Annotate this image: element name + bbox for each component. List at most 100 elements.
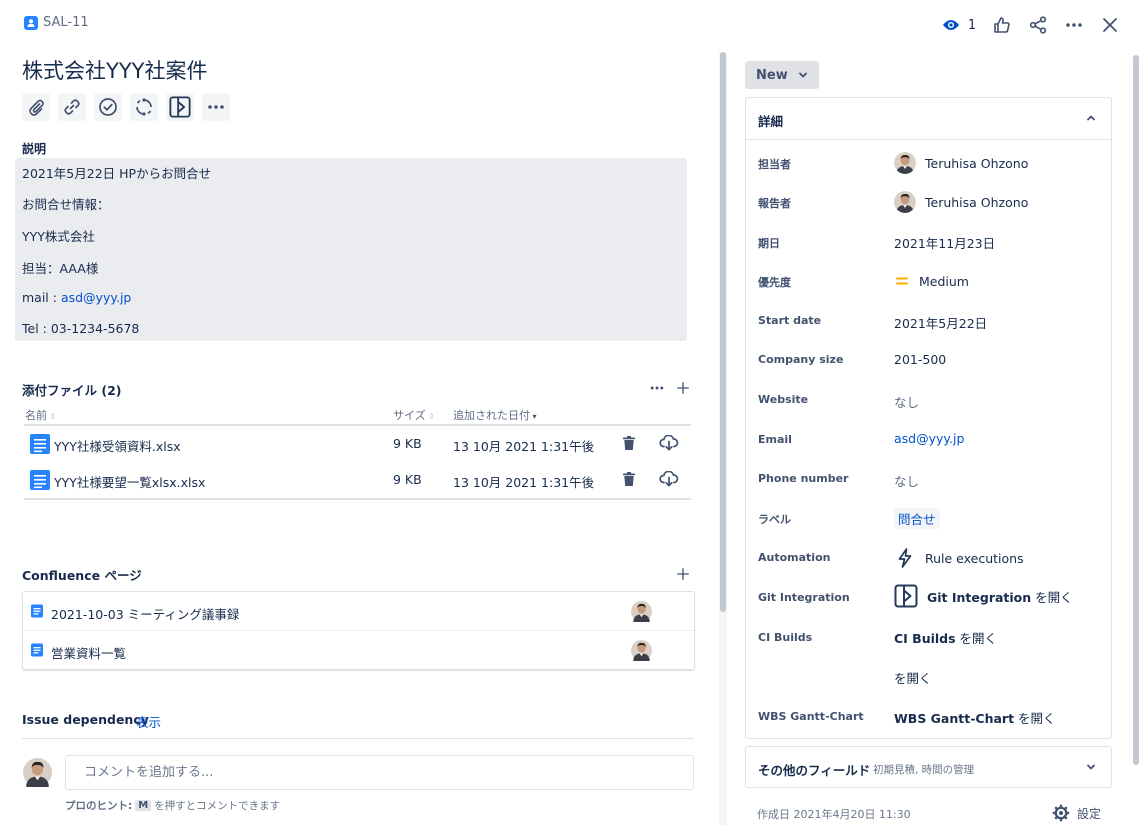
automation-toolbar-button[interactable]: [130, 93, 158, 121]
trash-icon[interactable]: [621, 471, 637, 487]
attachment-name[interactable]: YYY社様受領資料.xlsx: [54, 436, 181, 455]
field-value-start-date[interactable]: 2021年5月22日: [894, 313, 987, 332]
description-line: 2021年5月22日 HPからお問合せ: [22, 166, 212, 181]
field-label-ci-builds: CI Builds: [758, 631, 813, 644]
field-value-labels[interactable]: 問合せ: [894, 508, 940, 529]
field-value-phone[interactable]: なし: [894, 471, 919, 490]
page-icon: [30, 604, 44, 618]
created-date: 作成日 2021年4月20日 11:30: [757, 808, 911, 821]
ci-builds-open-link[interactable]: CI Builds を開く: [894, 628, 997, 647]
add-attachment-button[interactable]: [675, 380, 691, 396]
add-confluence-page-button[interactable]: [675, 566, 691, 582]
attach-button[interactable]: [22, 93, 50, 121]
field-label-git-integration: Git Integration: [758, 591, 850, 604]
attachment-date: 13 10月 2021 1:31午後: [453, 475, 595, 490]
confluence-page-title[interactable]: 2021-10-03 ミーティング議事録: [51, 604, 239, 623]
field-label-automation: Automation: [758, 551, 831, 564]
watch-button[interactable]: 1: [934, 12, 984, 38]
issue-key-breadcrumb[interactable]: SAL-11: [24, 15, 89, 30]
git-integration-open-link[interactable]: Git Integration を開く: [927, 587, 1073, 606]
field-value-unnamed-open[interactable]: を開く: [894, 668, 932, 687]
divider: [22, 738, 694, 739]
protip-text: を押すとコメントできます: [154, 800, 281, 812]
git-integration-icon: [894, 584, 918, 608]
field-value-wbs-gantt[interactable]: WBS Gantt-Chart を開く: [894, 708, 1056, 727]
eye-icon: [942, 20, 959, 30]
download-icon[interactable]: [659, 471, 679, 487]
other-fields-title: その他のフィールド: [758, 763, 871, 778]
details-header[interactable]: 詳細: [746, 98, 1111, 140]
paperclip-icon: [29, 99, 44, 116]
right-panel-scrollbar[interactable]: [1133, 55, 1139, 765]
field-value-reporter[interactable]: Teruhisa Ohzono: [894, 191, 1028, 213]
attachment-row[interactable]: YYY社様受領資料.xlsx 9 KB 13 10月 2021 1:31午後: [24, 426, 691, 462]
field-value-website[interactable]: なし: [894, 392, 919, 411]
attachment-row[interactable]: YYY社様要望一覧xlsx.xlsx 9 KB 13 10月 2021 1:31…: [24, 462, 691, 498]
issue-title[interactable]: 株式会社YYY社案件: [22, 55, 207, 85]
chevron-up-icon[interactable]: [1085, 112, 1097, 124]
mail-link[interactable]: asd@yyy.jp: [61, 290, 131, 305]
download-icon[interactable]: [659, 435, 679, 451]
label-chip[interactable]: 問合せ: [894, 508, 940, 529]
assignee-avatar: [894, 152, 916, 174]
description-mail-line: mail : asd@yyy.jp: [22, 290, 131, 305]
column-header-name[interactable]: 名前 ⇕: [25, 407, 56, 423]
lightning-bolt-icon: [898, 548, 912, 568]
priority-medium-icon: [896, 277, 908, 285]
automation-link[interactable]: Rule executions: [925, 551, 1024, 566]
column-header-size[interactable]: サイズ ⇕: [393, 407, 435, 423]
field-label-labels: ラベル: [758, 513, 791, 526]
more-icon: [1064, 17, 1084, 33]
attachments-more-button[interactable]: [647, 380, 667, 396]
confluence-title: Confluence ページ: [22, 568, 142, 583]
description-label: 説明: [22, 142, 47, 156]
field-value-automation[interactable]: Rule executions: [894, 547, 1024, 569]
email-link[interactable]: asd@yyy.jp: [894, 431, 964, 446]
issue-actions: 1: [934, 12, 1128, 38]
other-fields-subtitle: 初期見積, 時間の管理: [873, 764, 975, 776]
field-label-reporter: 報告者: [758, 197, 791, 210]
field-value-git-integration[interactable]: Git Integration を開く: [894, 584, 1073, 608]
toolbar-more-button[interactable]: [202, 93, 230, 121]
priority-name: Medium: [919, 273, 969, 289]
confluence-page-title[interactable]: 営業資料一覧: [51, 643, 126, 662]
field-value-assignee[interactable]: Teruhisa Ohzono: [894, 152, 1028, 174]
issue-dependency-show-link[interactable]: 表示: [136, 712, 161, 731]
field-label-company-size: Company size: [758, 353, 844, 366]
description-body[interactable]: 2021年5月22日 HPからお問合せ お問合せ情報： YYY株式会社 担当：A…: [15, 158, 687, 341]
company-size: 201-500: [894, 352, 947, 367]
field-value-due-date[interactable]: 2021年11月23日: [894, 233, 995, 252]
more-actions-button[interactable]: [1056, 12, 1092, 38]
share-button[interactable]: [1020, 12, 1056, 38]
checkmark-circle-icon: [99, 98, 117, 116]
like-button[interactable]: [984, 12, 1020, 38]
page-icon: [30, 643, 44, 657]
other-fields-panel[interactable]: その他のフィールド 初期見積, 時間の管理: [745, 746, 1112, 788]
status-dropdown[interactable]: New: [745, 61, 819, 89]
open-link[interactable]: を開く: [894, 668, 932, 687]
field-value-priority[interactable]: Medium: [894, 273, 969, 289]
field-value-company-size[interactable]: 201-500: [894, 352, 946, 367]
chevron-down-icon[interactable]: [1085, 761, 1097, 773]
create-subtask-button[interactable]: [94, 93, 122, 121]
issue-type-icon: [24, 15, 38, 30]
confluence-page-row[interactable]: 2021-10-03 ミーティング議事録: [23, 592, 694, 631]
comment-input[interactable]: [65, 755, 694, 790]
attachments-table: 名前 ⇕ サイズ ⇕ 追加された日付 ▾ YYY社様受領資料.xlsx 9 KB…: [24, 402, 691, 498]
details-panel: 詳細 担当者 Teruhisa Ohzono 報告者 Teruhisa Ohzo…: [745, 97, 1112, 739]
confluence-page-row[interactable]: 営業資料一覧: [23, 630, 694, 669]
field-value-email[interactable]: asd@yyy.jp: [894, 431, 964, 446]
column-header-date[interactable]: 追加された日付 ▾: [453, 407, 537, 423]
left-panel-scrollbar[interactable]: [720, 52, 726, 612]
settings-button[interactable]: 設定: [1052, 804, 1101, 822]
git-integration-toolbar-button[interactable]: [166, 93, 194, 121]
attachment-name[interactable]: YYY社様要望一覧xlsx.xlsx: [54, 472, 205, 491]
close-button[interactable]: [1092, 12, 1128, 38]
link-issue-button[interactable]: [58, 93, 86, 121]
wbs-gantt-open-link[interactable]: WBS Gantt-Chart を開く: [894, 708, 1056, 727]
confluence-pages-list: 2021-10-03 ミーティング議事録 営業資料一覧: [22, 591, 695, 670]
field-value-ci-builds[interactable]: CI Builds を開く: [894, 628, 997, 647]
document-icon: [29, 469, 51, 491]
trash-icon[interactable]: [621, 435, 637, 451]
field-label-phone: Phone number: [758, 472, 849, 485]
